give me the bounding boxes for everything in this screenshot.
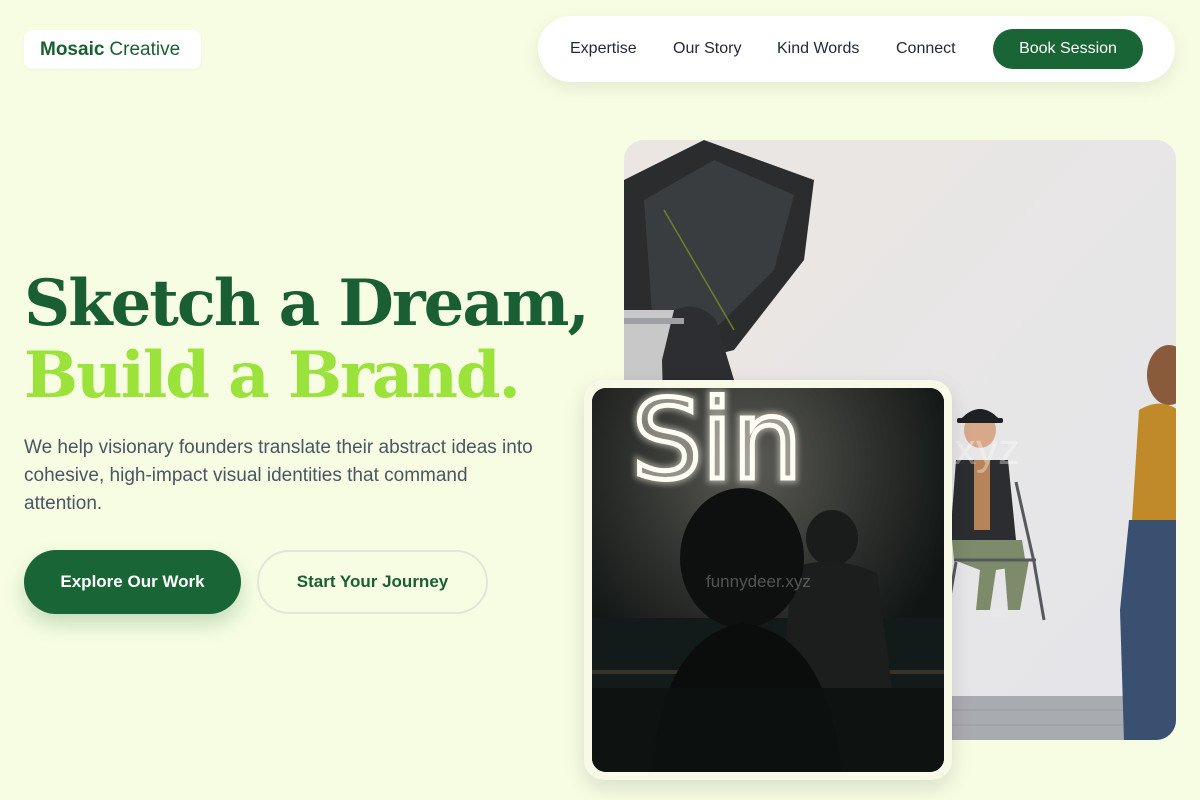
nav-link-expertise[interactable]: Expertise xyxy=(570,16,637,82)
nav-link-our-story[interactable]: Our Story xyxy=(673,16,741,82)
svg-text:Sin: Sin xyxy=(632,388,802,504)
explore-our-work-button[interactable]: Explore Our Work xyxy=(24,550,241,614)
book-session-button[interactable]: Book Session xyxy=(993,29,1143,69)
neon-watermark: funnydeer.xyz xyxy=(706,572,811,591)
neon-photo: Sin Sin funnydeer.xyz xyxy=(592,388,944,772)
neon-photo-card: Sin Sin funnydeer.xyz xyxy=(584,380,952,780)
landing-page: Mosaic Creative Expertise Our Story Kind… xyxy=(0,0,1200,800)
headline-line-2: Build a Brand. xyxy=(24,338,521,413)
main-nav: Expertise Our Story Kind Words Connect B… xyxy=(538,16,1175,82)
brand-logo[interactable]: Mosaic Creative xyxy=(24,30,201,69)
hero-headline: Sketch a Dream, Build a Brand. xyxy=(24,268,614,412)
start-your-journey-button[interactable]: Start Your Journey xyxy=(257,550,488,614)
nav-link-kind-words[interactable]: Kind Words xyxy=(777,16,859,82)
brand-name-bold: Mosaic xyxy=(40,38,105,60)
nav-link-connect[interactable]: Connect xyxy=(896,16,956,82)
headline-line-1: Sketch a Dream, xyxy=(24,266,590,341)
hero-subtext: We help visionary founders translate the… xyxy=(24,437,533,514)
brand-name-light: Creative xyxy=(109,38,181,60)
studio-watermark: xyz xyxy=(954,425,1020,474)
